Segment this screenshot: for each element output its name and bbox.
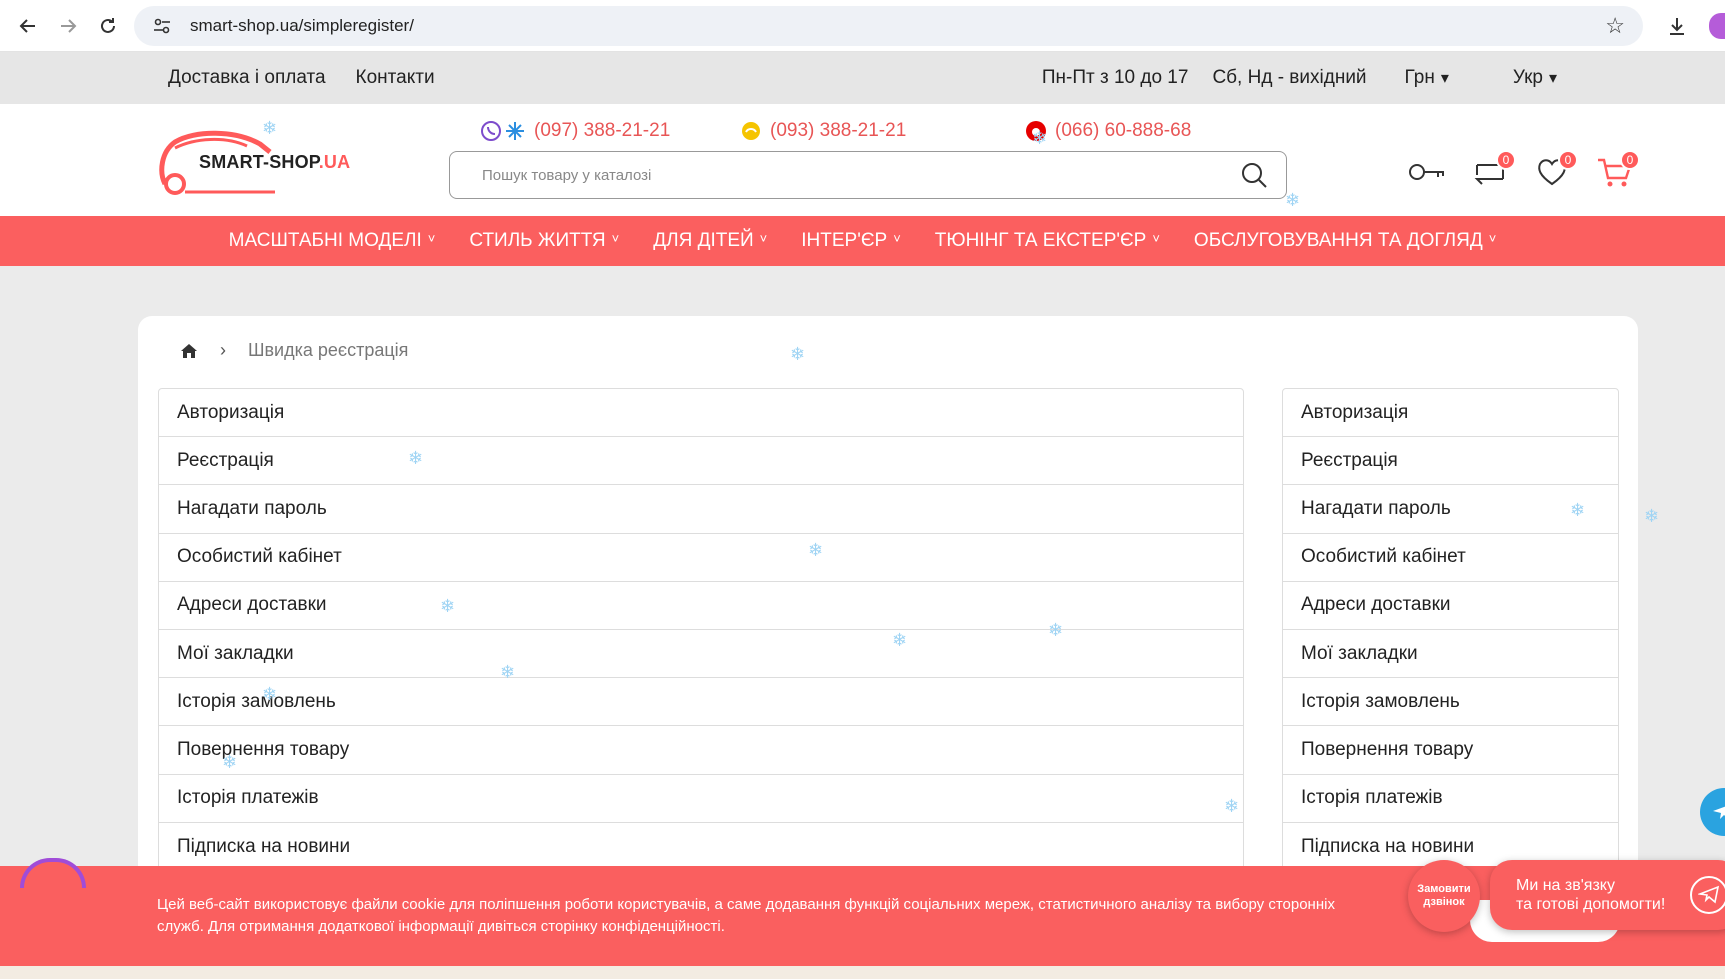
sidebar-link-login[interactable]: Авторизація bbox=[1283, 389, 1618, 438]
contacts-link[interactable]: Контакти bbox=[356, 67, 435, 89]
account-link-addresses[interactable]: Адреси доставки bbox=[159, 582, 1243, 630]
menu-tuning-exterior[interactable]: Тюнінг та екстер'єр bbox=[935, 230, 1160, 252]
telegram-button[interactable] bbox=[1700, 788, 1725, 836]
url-text[interactable]: smart-shop.ua/simpleregister/ bbox=[190, 16, 1605, 36]
sidebar-link-bookmarks[interactable]: Мої закладки bbox=[1283, 630, 1618, 679]
site-logo[interactable]: SMART-SHOP.UA bbox=[155, 122, 355, 204]
sidebar-link-register[interactable]: Реєстрація bbox=[1283, 437, 1618, 486]
site-settings-icon[interactable] bbox=[152, 16, 172, 36]
compare-icon[interactable]: 0 bbox=[1470, 150, 1516, 192]
sidebar-link-returns[interactable]: Повернення товару bbox=[1283, 726, 1618, 775]
account-menu-sidebar: Авторизація Реєстрація Нагадати пароль О… bbox=[1282, 388, 1619, 872]
home-icon[interactable] bbox=[180, 343, 198, 359]
logo-text-ua: .UA bbox=[318, 152, 351, 172]
logo-text-main: SMART-SHOP bbox=[199, 152, 319, 172]
profile-avatar[interactable] bbox=[1709, 12, 1725, 39]
chat-widget-edge[interactable] bbox=[20, 858, 86, 888]
vodafone-icon bbox=[1026, 121, 1046, 141]
phone-lifecell[interactable]: (093) 388-21-21 bbox=[740, 120, 1025, 142]
snowflake-icon: ❄ bbox=[1644, 506, 1660, 526]
compare-count-badge: 0 bbox=[1496, 150, 1516, 170]
schedule-weekend: Сб, Нд - вихідний bbox=[1212, 67, 1367, 88]
lifecell-icon bbox=[742, 122, 760, 140]
search-box bbox=[449, 151, 1287, 199]
wishlist-count-badge: 0 bbox=[1558, 150, 1578, 170]
sidebar-link-forgot-password[interactable]: Нагадати пароль bbox=[1283, 485, 1618, 534]
sidebar-link-order-history[interactable]: Історія замовлень bbox=[1283, 678, 1618, 727]
menu-interior[interactable]: Інтер'єр bbox=[801, 230, 901, 252]
account-link-bookmarks[interactable]: Мої закладки bbox=[159, 630, 1243, 679]
account-link-personal-cabinet[interactable]: Особистий кабінет bbox=[159, 534, 1243, 582]
download-icon[interactable] bbox=[1657, 6, 1697, 46]
phone-numbers: (097) 388-21-21 (093) 388-21-21 (066) 60… bbox=[480, 120, 1191, 142]
chevron-right-icon: › bbox=[220, 340, 226, 360]
sidebar-link-payment-history[interactable]: Історія платежів bbox=[1283, 775, 1618, 823]
account-link-newsletter[interactable]: Підписка на новини bbox=[159, 823, 1243, 871]
currency-select[interactable]: Грн bbox=[1405, 67, 1449, 89]
forward-arrow-icon[interactable] bbox=[48, 6, 88, 46]
phone-kyivstar[interactable]: (097) 388-21-21 bbox=[480, 120, 740, 142]
login-key-icon[interactable] bbox=[1408, 152, 1448, 192]
account-link-login[interactable]: Авторизація bbox=[159, 389, 1243, 438]
delivery-payment-link[interactable]: Доставка і оплата bbox=[168, 67, 326, 89]
address-bar[interactable]: smart-shop.ua/simpleregister/ ☆ bbox=[134, 5, 1643, 46]
reload-icon[interactable] bbox=[88, 6, 128, 46]
search-icon[interactable] bbox=[1240, 161, 1268, 189]
menu-maintenance-care[interactable]: Обслуговування та догляд bbox=[1194, 230, 1496, 252]
breadcrumb: › Швидка реєстрація bbox=[180, 340, 408, 361]
cart-count-badge: 0 bbox=[1620, 150, 1640, 170]
search-input[interactable] bbox=[482, 166, 1240, 184]
menu-for-kids[interactable]: Для дітей bbox=[653, 230, 767, 252]
wishlist-heart-icon[interactable]: 0 bbox=[1532, 150, 1578, 192]
account-link-returns[interactable]: Повернення товару bbox=[159, 726, 1243, 775]
menu-scale-models[interactable]: Масштабні моделі bbox=[229, 230, 436, 252]
bookmark-star-icon[interactable]: ☆ bbox=[1605, 13, 1625, 39]
viber-icon bbox=[481, 121, 501, 141]
cookie-text: Цей веб-сайт використовує файли cookie д… bbox=[157, 896, 1335, 935]
phone-vodafone[interactable]: (066) 60-888-68 bbox=[1025, 120, 1191, 142]
cart-icon[interactable]: 0 bbox=[1594, 150, 1640, 192]
page-bottom-strip bbox=[0, 966, 1725, 979]
main-category-menu: Масштабні моделі Стиль життя Для дітей І… bbox=[0, 216, 1725, 266]
chat-send-icon[interactable] bbox=[1690, 876, 1725, 914]
menu-lifestyle[interactable]: Стиль життя bbox=[469, 230, 619, 252]
sidebar-link-addresses[interactable]: Адреси доставки bbox=[1283, 582, 1618, 630]
top-info-bar: Доставка і оплата Контакти Пн-Пт з 10 до… bbox=[0, 52, 1725, 104]
account-link-forgot-password[interactable]: Нагадати пароль bbox=[159, 485, 1243, 534]
breadcrumb-current: Швидка реєстрація bbox=[248, 340, 409, 360]
sidebar-link-personal-cabinet[interactable]: Особистий кабінет bbox=[1283, 534, 1618, 582]
language-select[interactable]: Укр bbox=[1513, 67, 1557, 89]
kyivstar-icon bbox=[506, 122, 524, 140]
account-menu-main: Авторизація Реєстрація Нагадати пароль О… bbox=[158, 388, 1244, 872]
account-link-register[interactable]: Реєстрація bbox=[159, 437, 1243, 486]
browser-toolbar: smart-shop.ua/simpleregister/ ☆ bbox=[0, 0, 1725, 52]
telegram-icon bbox=[1713, 806, 1725, 819]
account-link-order-history[interactable]: Історія замовлень bbox=[159, 678, 1243, 727]
back-arrow-icon[interactable] bbox=[8, 6, 48, 46]
schedule-weekdays: Пн-Пт з 10 до 17 bbox=[1041, 67, 1189, 88]
account-link-payment-history[interactable]: Історія платежів bbox=[159, 775, 1243, 823]
callback-button[interactable]: Замовити дзвінок bbox=[1408, 860, 1480, 932]
site-header: SMART-SHOP.UA (097) 388-21-21 (093) 388-… bbox=[0, 104, 1725, 216]
